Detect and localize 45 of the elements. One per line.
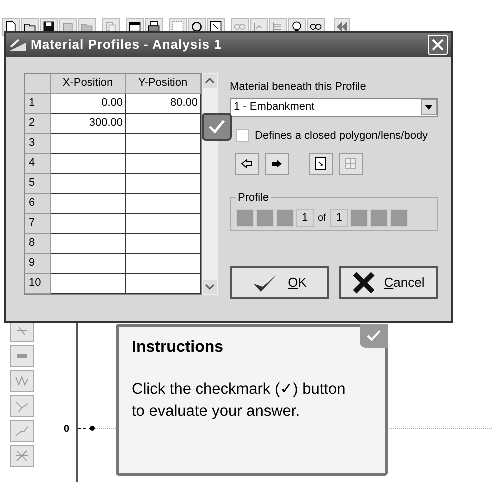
- arrow-right-icon[interactable]: [265, 153, 289, 175]
- table-cell[interactable]: 0.00: [51, 94, 126, 114]
- table-cell[interactable]: [126, 154, 201, 174]
- header-corner-cell: [25, 74, 51, 94]
- profile-number: 1: [296, 209, 314, 227]
- checkbox[interactable]: [236, 129, 249, 142]
- close-button[interactable]: [428, 35, 448, 55]
- x-icon: [352, 272, 376, 294]
- of-label: of: [317, 212, 328, 226]
- table-cell[interactable]: [126, 134, 201, 154]
- table-cell[interactable]: [126, 254, 201, 274]
- table-cell[interactable]: [51, 274, 126, 294]
- ok-button[interactable]: OK: [230, 266, 329, 299]
- instructions-text: Click the checkmark (✓) button to evaluate your answer.: [132, 379, 347, 422]
- profile-total: 1: [330, 209, 348, 227]
- table-cell[interactable]: [51, 174, 126, 194]
- table-cell[interactable]: [51, 134, 126, 154]
- table-cell[interactable]: [51, 214, 126, 234]
- scroll-down-icon[interactable]: [202, 279, 218, 295]
- arrow-left-icon[interactable]: [235, 153, 259, 175]
- table-cell[interactable]: [51, 254, 126, 274]
- table-cell[interactable]: [51, 194, 126, 214]
- table-cell[interactable]: [51, 234, 126, 254]
- table-cell[interactable]: [51, 154, 126, 174]
- document-arrows-icon[interactable]: [309, 153, 333, 175]
- window-title: Material Profiles - Analysis 1: [31, 36, 222, 54]
- material-dropdown[interactable]: 1 - Embankment: [230, 98, 438, 116]
- scroll-up-icon[interactable]: [202, 73, 218, 89]
- table-cell[interactable]: [126, 214, 201, 234]
- table-cell[interactable]: [126, 234, 201, 254]
- checkbox-label: Defines a closed polygon/lens/body: [255, 128, 428, 144]
- table-cell[interactable]: [126, 274, 201, 294]
- checkmark-icon: [252, 272, 280, 294]
- cancel-button[interactable]: Cancel: [339, 266, 438, 299]
- ruler-icon: [9, 38, 27, 52]
- axis-label: 0: [64, 423, 70, 437]
- table-cell[interactable]: [126, 174, 201, 194]
- checkmark-icon: [208, 119, 226, 135]
- field-label: Material beneath this Profile: [230, 80, 368, 95]
- table-cell[interactable]: 300.00: [51, 114, 126, 134]
- table-cell[interactable]: [126, 114, 201, 134]
- instructions-title: Instructions: [132, 338, 225, 358]
- table-cell[interactable]: [126, 194, 201, 214]
- table-cell[interactable]: 80.00: [126, 94, 201, 114]
- checkmark-button[interactable]: [202, 113, 232, 141]
